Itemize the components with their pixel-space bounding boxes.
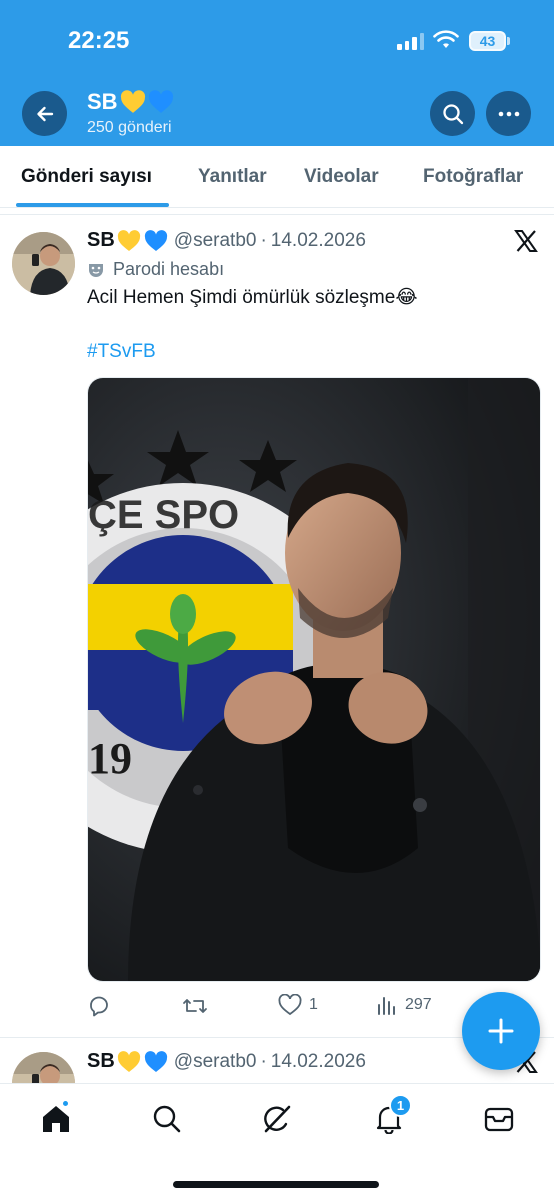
grok-icon xyxy=(264,1105,291,1133)
post-header: SB @seratb0 · 14.02.2026 xyxy=(87,229,366,252)
tab-videos[interactable]: Videolar xyxy=(304,166,379,188)
reply-button[interactable] xyxy=(87,994,118,1018)
views-icon xyxy=(378,997,395,1015)
like-icon xyxy=(278,994,302,1016)
views-count: 297 xyxy=(405,996,432,1013)
battery-icon: 43 xyxy=(469,31,506,51)
post-author-name[interactable]: SB xyxy=(87,1050,115,1073)
battery-level: 43 xyxy=(479,33,496,49)
post-date[interactable]: 14.02.2026 xyxy=(271,230,366,252)
active-tab-indicator xyxy=(16,203,169,207)
nav-home[interactable] xyxy=(39,1099,73,1136)
post-author-name[interactable]: SB xyxy=(87,229,115,252)
search-button[interactable] xyxy=(430,91,475,136)
nav-grok[interactable] xyxy=(260,1102,294,1136)
post-count: 250 gönderi xyxy=(87,119,172,136)
repost-icon xyxy=(183,999,207,1013)
home-indicator xyxy=(173,1181,379,1188)
nav-messages[interactable] xyxy=(482,1102,516,1136)
post-hashtag[interactable]: #TSvFB xyxy=(87,341,156,363)
reply-icon xyxy=(90,996,108,1017)
cellular-signal-icon xyxy=(397,32,424,50)
post-date[interactable]: 14.02.2026 xyxy=(271,1051,366,1073)
status-time: 22:25 xyxy=(68,27,130,54)
nav-explore[interactable] xyxy=(150,1102,184,1136)
compose-button[interactable] xyxy=(462,992,540,1070)
profile-name-text: SB xyxy=(87,89,118,114)
avatar-image xyxy=(12,232,75,295)
blue-heart-emoji xyxy=(144,1050,167,1072)
search-icon xyxy=(442,103,463,124)
views-button[interactable]: 297 xyxy=(376,994,432,1016)
tab-photos[interactable]: Fotoğraflar xyxy=(423,166,523,188)
parody-account-label: Parodi hesabı xyxy=(87,259,224,280)
blue-heart-emoji xyxy=(148,90,173,113)
like-button[interactable]: 1 xyxy=(278,994,318,1016)
post-handle[interactable]: @seratb0 xyxy=(174,230,257,252)
photo-coach-fenerbahce: 19 ÇE SPO xyxy=(88,378,540,981)
post-header: SB @seratb0 · 14.02.2026 xyxy=(87,1050,366,1073)
compose-plus-icon xyxy=(488,1018,514,1044)
post-handle[interactable]: @seratb0 xyxy=(174,1051,257,1073)
yellow-heart-emoji xyxy=(117,229,140,251)
back-arrow-icon xyxy=(36,106,53,121)
profile-tabs: Gönderi sayısı Yanıtlar Videolar Fotoğra… xyxy=(0,146,554,208)
parody-label-text: Parodi hesabı xyxy=(113,259,225,279)
notifications-badge: 1 xyxy=(389,1094,412,1117)
post-media-image[interactable]: 19 ÇE SPO xyxy=(87,377,541,982)
explore-icon xyxy=(153,1105,181,1133)
wifi-icon xyxy=(433,30,459,48)
svg-text:ÇE SPO: ÇE SPO xyxy=(88,493,239,537)
x-logo-icon[interactable] xyxy=(514,229,538,253)
post-text: Acil Hemen Şimdi ömürlük sözleşme😂 xyxy=(87,287,418,308)
home-new-indicator xyxy=(61,1099,70,1108)
blue-heart-emoji xyxy=(144,229,167,251)
mail-icon xyxy=(484,1107,514,1132)
profile-name: SB xyxy=(87,89,174,115)
avatar[interactable] xyxy=(12,232,75,295)
yellow-heart-emoji xyxy=(120,90,145,113)
yellow-heart-emoji xyxy=(117,1050,140,1072)
like-count: 1 xyxy=(309,996,318,1013)
profile-header: 22:25 43 SB 250 gönderi xyxy=(0,0,554,146)
more-options-button[interactable] xyxy=(486,91,531,136)
tab-posts[interactable]: Gönderi sayısı xyxy=(21,166,152,188)
svg-text:19: 19 xyxy=(88,734,132,783)
home-icon xyxy=(43,1106,69,1132)
parody-mask-icon xyxy=(89,263,103,277)
back-button[interactable] xyxy=(22,91,67,136)
more-icon xyxy=(498,111,519,116)
tab-replies[interactable]: Yanıtlar xyxy=(198,166,267,188)
repost-button[interactable] xyxy=(182,994,215,1018)
profile-screen: 22:25 43 SB 250 gönderi Gönderi sayısı Y… xyxy=(0,0,554,1200)
nav-notifications[interactable]: 1 xyxy=(372,1094,412,1136)
